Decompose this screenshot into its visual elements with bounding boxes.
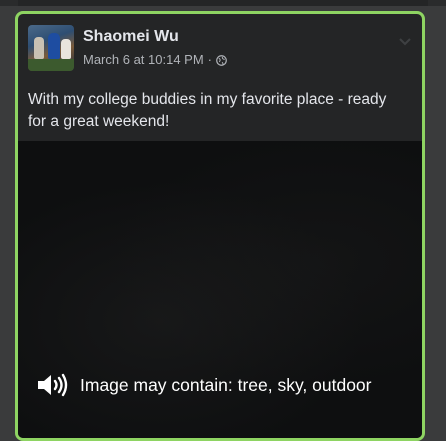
- speaker-icon: [38, 373, 68, 397]
- meta-separator: ·: [207, 52, 213, 67]
- avatar-photo-figure: [48, 33, 60, 59]
- post-timestamp[interactable]: March 6 at 10:14 PM: [83, 52, 204, 67]
- previous-post-card-edge: [18, 0, 428, 6]
- post-meta: March 6 at 10:14 PM ·: [83, 52, 227, 67]
- post-header: Shaomei Wu March 6 at 10:14 PM ·: [18, 14, 422, 84]
- avatar-photo-figure: [34, 37, 44, 59]
- avatar[interactable]: [28, 25, 74, 71]
- author-name[interactable]: Shaomei Wu: [83, 28, 179, 46]
- post-image[interactable]: Image may contain: tree, sky, outdoor: [18, 141, 422, 438]
- chevron-down-icon[interactable]: [398, 34, 412, 48]
- avatar-photo-figure: [61, 39, 71, 59]
- avatar-photo-ground: [28, 59, 74, 71]
- previous-post-edge: [0, 0, 446, 6]
- post-card[interactable]: Shaomei Wu March 6 at 10:14 PM · With my…: [15, 11, 425, 441]
- alt-text-row: Image may contain: tree, sky, outdoor: [36, 373, 371, 397]
- globe-icon: [216, 54, 227, 66]
- post-text: With my college buddies in my favorite p…: [28, 91, 387, 130]
- image-alt-text: Image may contain: tree, sky, outdoor: [80, 374, 372, 395]
